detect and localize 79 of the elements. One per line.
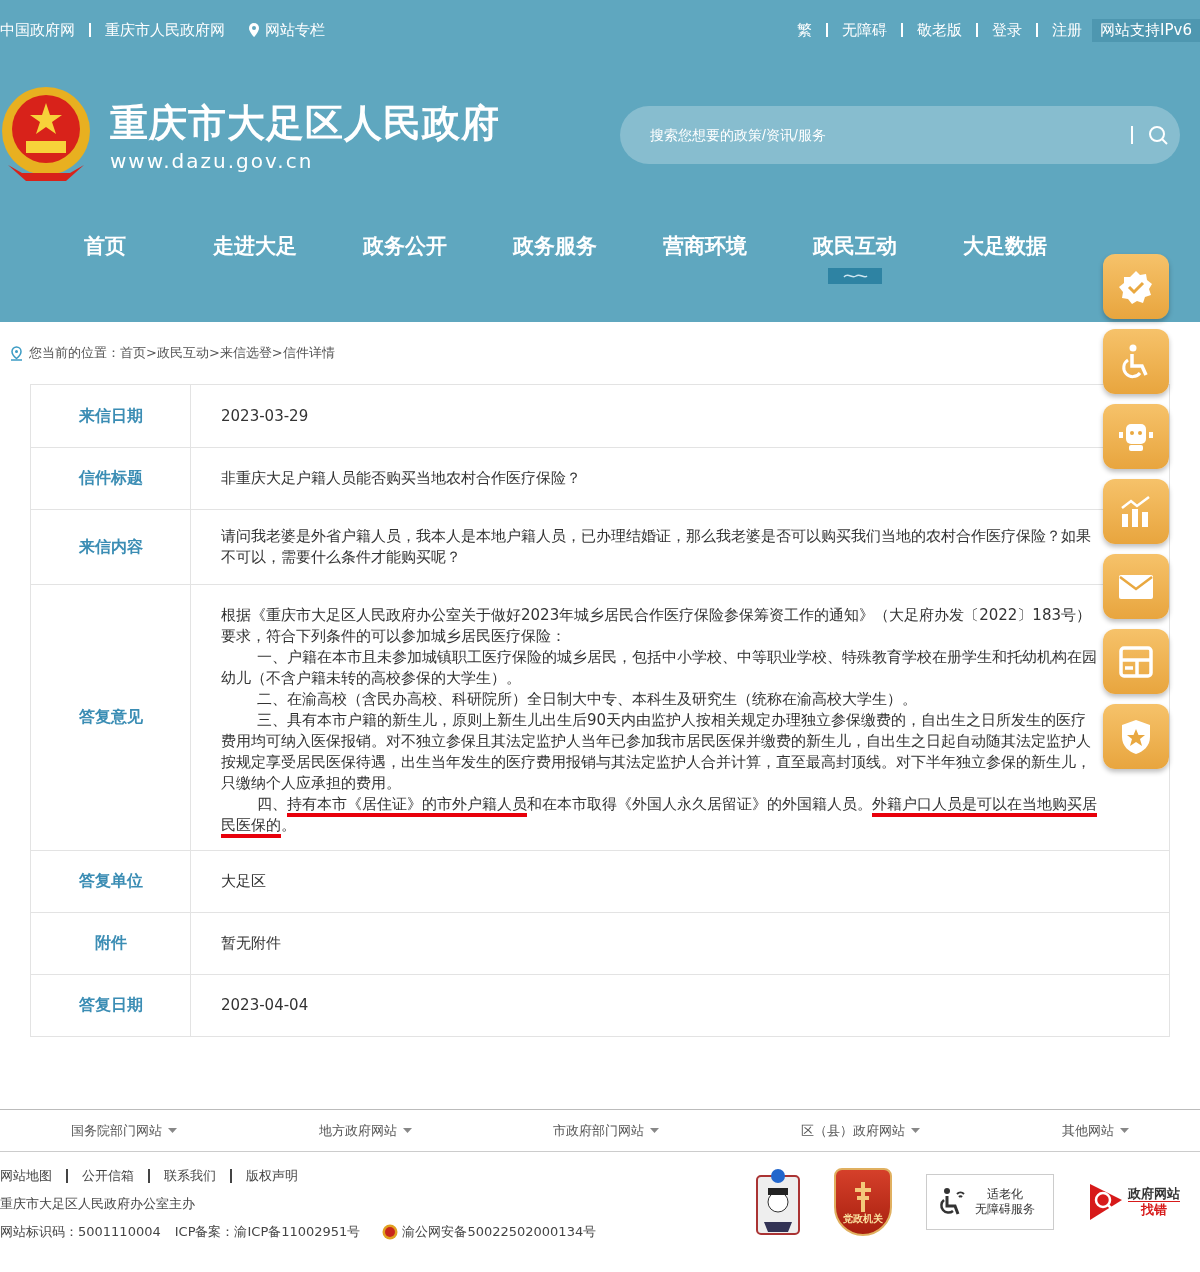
nav-tab[interactable]: 政务服务 bbox=[480, 232, 630, 284]
party-badge[interactable]: 党政机关 bbox=[834, 1167, 892, 1236]
location-pin-icon bbox=[249, 23, 259, 37]
caret-icon bbox=[402, 1128, 412, 1133]
field-label: 来信日期 bbox=[31, 385, 191, 447]
mail-icon bbox=[1118, 573, 1154, 600]
field-label: 附件 bbox=[31, 913, 191, 974]
field-label: 答复单位 bbox=[31, 851, 191, 912]
search-icon[interactable] bbox=[1130, 124, 1170, 146]
caret-icon bbox=[911, 1128, 921, 1133]
site-group-dropdown[interactable]: 其他网站 bbox=[1062, 1121, 1130, 1140]
side-tool-button[interactable] bbox=[1103, 479, 1169, 544]
police-emblem-icon bbox=[382, 1224, 399, 1240]
location-pin-icon bbox=[10, 345, 23, 361]
nav-tab[interactable]: 政民互动 bbox=[780, 232, 930, 284]
nav-tab[interactable]: 走进大足 bbox=[180, 232, 330, 284]
reply-paragraph: 三、具有本市户籍的新生儿，原则上新生儿出生后90天内由监护人按相关规定办理独立参保缴费的，自出生之日所发生的医疗费用均可纳入医保报销。对不独立参保且其法定监护人当年已参加我市居民医保并缴费的新生儿，自出生之日起自动随其法定监护人按规定享受居民医保待遇，出生当年发生的医疗费用报销与其法定监护人合并计算，直至最高封顶线。对下半年独立参保的新生儿，只缴纳个人应承担的费用。 bbox=[221, 710, 1092, 794]
caret-icon bbox=[1120, 1128, 1130, 1133]
icp-record: ICP备案：渝ICP备11002951号 bbox=[174, 1223, 361, 1241]
breadcrumb: 您当前的位置：首页>政民互动>来信选登>信件详情 bbox=[29, 344, 335, 362]
side-tool-button[interactable] bbox=[1103, 554, 1169, 619]
field-label: 答复日期 bbox=[31, 975, 191, 1036]
field-value: 2023-04-04 bbox=[221, 995, 310, 1016]
site-group-dropdown[interactable]: 国务院部门网站 bbox=[70, 1121, 177, 1140]
field-label: 答复意见 bbox=[31, 585, 191, 850]
site-group-dropdown[interactable]: 地方政府网站 bbox=[318, 1121, 412, 1140]
site-title: 重庆市大足区人民政府 bbox=[110, 99, 500, 147]
cloud-icon bbox=[828, 268, 882, 284]
side-tool-button[interactable] bbox=[1103, 704, 1169, 769]
reply-paragraph: 一、户籍在本市且未参加城镇职工医疗保险的城乡居民，包括中小学校、中等职业学校、特殊教育学校在册学生和托幼机构在园幼儿（不含户籍未转的高校参保的大学生）。 bbox=[221, 647, 1098, 689]
footer-link[interactable]: 联系我们 bbox=[164, 1167, 216, 1185]
magnifier-icon bbox=[1088, 1181, 1124, 1222]
site-code: 网站标识码：5001110004 bbox=[0, 1223, 161, 1241]
robot-icon bbox=[1117, 421, 1155, 452]
nav-tab[interactable]: 政务公开 bbox=[330, 232, 480, 284]
top-link[interactable]: 无障碍 bbox=[842, 20, 888, 40]
layout-icon bbox=[1119, 645, 1153, 678]
site-group-dropdown[interactable]: 区（县）政府网站 bbox=[801, 1121, 921, 1140]
nav-tab[interactable]: 营商环境 bbox=[630, 232, 780, 284]
search-input[interactable]: 搜索您想要的政策/资讯/服务 bbox=[648, 126, 1130, 144]
side-tool-button[interactable] bbox=[1103, 404, 1169, 469]
cyber-police-icon bbox=[756, 1167, 800, 1236]
shield-star-icon bbox=[1120, 718, 1152, 755]
ipv6-badge: 网站支持IPv6 bbox=[1092, 18, 1200, 42]
reply-paragraph: 根据《重庆市大足区人民政府办公室关于做好2023年城乡居民合作医疗保险参保筹资工作的通知》（大足府办发〔2022〕183号）要求，符合下列条件的可以参加城乡居民医疗保险： bbox=[221, 605, 1092, 647]
site-domain: www.dazu.gov.cn bbox=[110, 148, 315, 173]
top-link[interactable]: 重庆市人民政府网 bbox=[105, 20, 225, 40]
top-link[interactable]: 繁 bbox=[797, 20, 813, 40]
field-value: 暂无附件 bbox=[221, 933, 282, 954]
elderly-service-badge[interactable]: 适老化 无障碍服务 bbox=[926, 1173, 1054, 1230]
footer-link[interactable]: 公开信箱 bbox=[82, 1167, 134, 1185]
reply-paragraph: 二、在渝高校（含民办高校、科研院所）全日制大中专、本科生及研究生（统称在渝高校大学生）。 bbox=[256, 689, 918, 710]
top-link[interactable]: 敬老版 bbox=[917, 20, 963, 40]
top-link[interactable]: 注册 bbox=[1052, 20, 1083, 40]
caret-icon bbox=[167, 1128, 177, 1133]
top-link[interactable]: 网站专栏 bbox=[265, 20, 325, 40]
field-value: 2023-03-29 bbox=[221, 405, 310, 427]
field-value: 请问我老婆是外省户籍人员，我本人是本地户籍人员，已办理结婚证，那么我老婆是否可以购买我们当地的农村合作医疗保险？如果不可以，需要什么条件才能购买呢？ bbox=[221, 526, 1092, 568]
badge-check-icon bbox=[1119, 269, 1153, 304]
nav-tab[interactable]: 大足数据 bbox=[930, 232, 1080, 284]
caret-icon bbox=[650, 1128, 660, 1133]
reply-paragraph: 四、持有本市《居住证》的市外户籍人员和在本市取得《外国人永久居留证》的外国籍人员。外籍户口人员是可以在当地购买居民医保的。 bbox=[221, 794, 1099, 836]
footer-link[interactable]: 网站地图 bbox=[0, 1167, 52, 1185]
nav-tab[interactable]: 首页 bbox=[30, 232, 180, 284]
side-tool-button[interactable] bbox=[1103, 629, 1169, 694]
footer-link[interactable]: 版权声明 bbox=[246, 1167, 298, 1185]
police-record: 渝公网安备50022502000134号 bbox=[402, 1223, 597, 1241]
side-tool-button[interactable] bbox=[1103, 254, 1169, 319]
side-tool-button[interactable] bbox=[1103, 329, 1169, 394]
sponsor-text: 重庆市大足区人民政府办公室主办 bbox=[0, 1195, 196, 1213]
top-link[interactable]: 登录 bbox=[992, 20, 1023, 40]
field-label: 信件标题 bbox=[31, 448, 191, 509]
search-field[interactable]: 搜索您想要的政策/资讯/服务 bbox=[620, 106, 1180, 164]
top-link[interactable]: 中国政府网 bbox=[0, 20, 75, 40]
field-label: 来信内容 bbox=[31, 510, 191, 584]
field-value: 大足区 bbox=[221, 871, 267, 892]
error-report-badge[interactable]: 政府网站 找错 bbox=[1088, 1181, 1180, 1222]
field-value: 非重庆大足户籍人员能否购买当地农村合作医疗保险？ bbox=[221, 468, 582, 489]
site-group-dropdown[interactable]: 市政府部门网站 bbox=[553, 1121, 660, 1140]
